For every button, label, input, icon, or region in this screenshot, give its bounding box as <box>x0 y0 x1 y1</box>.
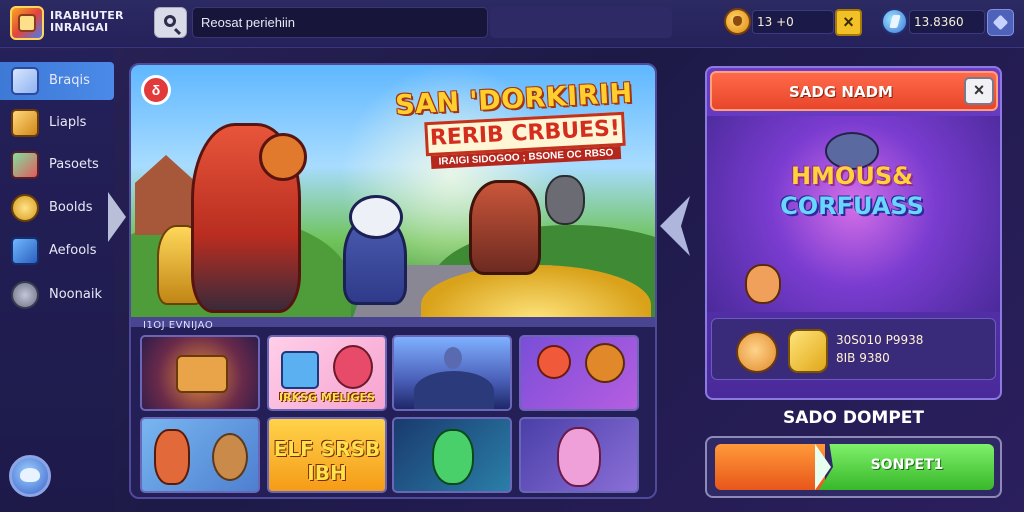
wallet-button-label: SONPET1 <box>870 457 944 473</box>
sidebar-collapse-arrow-icon[interactable] <box>108 192 126 242</box>
sidebar-item-boolds[interactable]: Boolds <box>0 189 114 227</box>
tile-caption: ELF SRSB IBH <box>273 437 381 485</box>
top-bar: IRABHUTER INRAIGAI 13 +0 × 13.8360 <box>0 0 1024 48</box>
mountain-icon <box>414 371 494 409</box>
character-icon <box>212 433 248 481</box>
pirate-character <box>469 180 541 275</box>
cat-character <box>545 175 585 225</box>
book-icon <box>11 67 39 95</box>
wallet-title: SADO DOMPET <box>782 408 925 428</box>
promo-stat-1: 30S010 P9938 <box>836 333 924 347</box>
section-label: I1OJ EVNIJAO <box>143 320 214 331</box>
character-icon <box>557 427 601 487</box>
character-icon <box>585 343 625 383</box>
promo-panel: SADG NADM × HMOUS& CORFUASS 30S010 P9938… <box>705 66 1002 400</box>
game-tile[interactable] <box>392 417 512 493</box>
banner-badge[interactable]: δ <box>141 75 171 105</box>
hero-head <box>259 133 307 181</box>
treasure-chest-icon <box>176 355 228 393</box>
sidebar-item-aefools[interactable]: Aefools <box>0 232 114 270</box>
chest-icon <box>11 109 39 137</box>
search-icon <box>164 15 176 27</box>
promo-header: SADG NADM × <box>710 71 998 111</box>
wallet-button-left <box>715 444 825 490</box>
fox-icon <box>736 331 778 373</box>
sidebar-item-pasoets[interactable]: Pasoets <box>0 146 114 184</box>
gold-token-icon <box>788 329 828 373</box>
medal-icon <box>11 194 39 222</box>
hero-icon <box>537 345 571 379</box>
cards-icon <box>11 237 39 265</box>
featured-card: δ SAN 'DORKIRIH RERIB CRBUES! IRAIGI SID… <box>129 63 657 499</box>
sidebar-item-noonaik[interactable]: Noonaik <box>0 276 114 314</box>
promo-stat-2: 8IB 9380 <box>836 351 890 365</box>
avatar[interactable] <box>9 455 51 497</box>
game-tile[interactable] <box>392 335 512 411</box>
sidebar: Braqis Liapls Pasoets Boolds Aefools Noo… <box>0 50 126 512</box>
character-icon <box>444 347 462 369</box>
featured-banner[interactable]: δ SAN 'DORKIRIH RERIB CRBUES! IRAIGI SID… <box>131 65 655 317</box>
wallet-button[interactable]: SONPET1 <box>705 436 1002 498</box>
coin-balance: 13 +0 <box>752 10 834 34</box>
app-title: IRABHUTER INRAIGAI <box>50 9 124 34</box>
sidebar-item-liapls[interactable]: Liapls <box>0 104 114 142</box>
promo-logo-line1: HMOUS& <box>790 162 914 190</box>
search-input[interactable] <box>192 7 488 38</box>
gift-icon <box>11 151 39 179</box>
gem-balance: 13.8360 <box>909 10 985 34</box>
promo-stats: 30S010 P9938 8IB 9380 <box>711 318 996 380</box>
fox-character-icon <box>745 264 781 304</box>
box-icon <box>281 351 319 389</box>
controller-icon <box>11 281 39 309</box>
game-tile[interactable]: IRKSG MELIGES <box>267 335 387 411</box>
search-button[interactable] <box>154 7 187 38</box>
sidebar-item-label: Noonaik <box>49 287 102 302</box>
search-bar-extension <box>490 7 672 38</box>
carousel-left-arrow-icon[interactable] <box>660 196 690 256</box>
character-icon <box>333 345 373 389</box>
hero-icon <box>154 429 190 485</box>
game-tile[interactable] <box>140 335 260 411</box>
sidebar-item-label: Aefools <box>49 243 97 258</box>
game-tile[interactable] <box>519 335 639 411</box>
close-button[interactable]: × <box>964 77 994 105</box>
character-icon <box>432 429 474 485</box>
mouse-head <box>349 195 403 239</box>
coin-icon <box>724 8 751 35</box>
sidebar-item-braqis[interactable]: Braqis <box>0 62 114 100</box>
game-tile[interactable] <box>140 417 260 493</box>
sidebar-item-label: Braqis <box>49 73 90 88</box>
app-logo-icon[interactable] <box>10 6 44 40</box>
game-tile[interactable] <box>519 417 639 493</box>
add-gem-button[interactable] <box>987 9 1014 36</box>
gem-currency-icon <box>881 8 908 35</box>
sidebar-item-label: Liapls <box>49 115 87 130</box>
game-tile[interactable]: ELF SRSB IBH <box>267 417 387 493</box>
close-currency-button[interactable]: × <box>835 9 862 36</box>
promo-logo-line2: CORFUASS <box>780 192 924 220</box>
sidebar-item-label: Boolds <box>49 200 93 215</box>
sidebar-item-label: Pasoets <box>49 157 99 172</box>
banner-house <box>135 155 197 235</box>
tile-caption: IRKSG MELIGES <box>279 391 375 404</box>
promo-title: SADG NADM <box>789 83 893 101</box>
